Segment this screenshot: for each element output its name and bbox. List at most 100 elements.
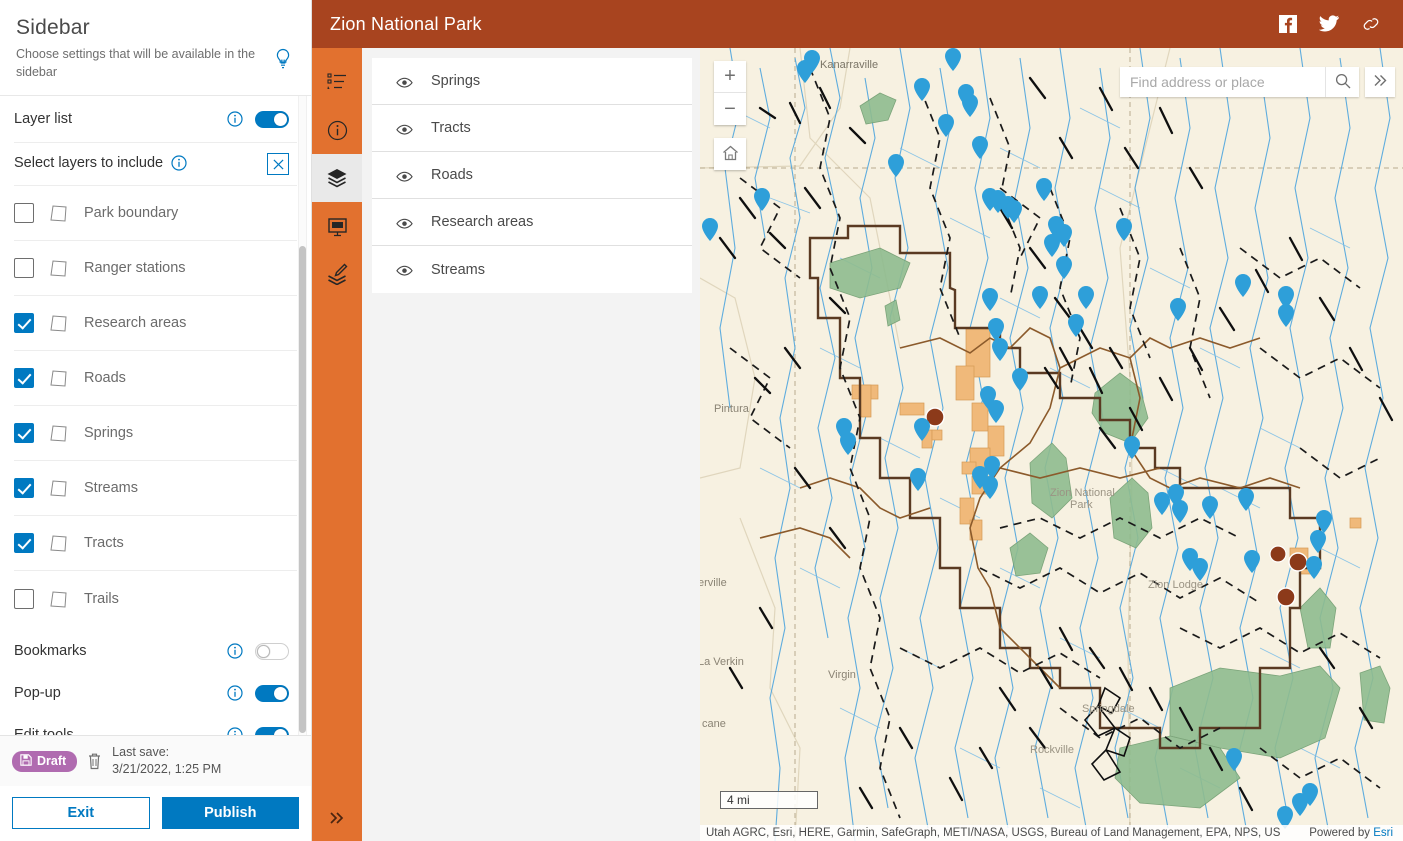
last-save-info: Last save: 3/21/2022, 1:25 PM — [112, 744, 221, 778]
checkbox-roads[interactable] — [14, 368, 34, 389]
layer-include-list: Park boundary Ranger stations Research a… — [14, 185, 297, 626]
list-item-label: Springs — [84, 425, 134, 442]
eye-icon[interactable] — [396, 264, 413, 276]
polygon-icon — [48, 203, 70, 223]
list-item[interactable]: Research areas — [14, 296, 297, 352]
esri-link[interactable]: Esri — [1373, 827, 1393, 839]
status-badge: Draft — [12, 750, 78, 772]
list-item[interactable]: Ranger stations — [14, 241, 297, 297]
list-item[interactable]: Springs — [14, 406, 297, 462]
toggle-knob — [274, 686, 287, 700]
checkbox-springs[interactable] — [14, 423, 34, 444]
info-icon[interactable] — [227, 643, 243, 659]
lightbulb-icon[interactable] — [273, 48, 293, 70]
polygon-icon — [48, 313, 70, 333]
list-item[interactable]: Roads — [14, 351, 297, 407]
polygon-icon — [48, 368, 70, 388]
eye-icon[interactable] — [396, 75, 413, 88]
powered-by-label: Powered by — [1309, 827, 1374, 839]
publish-button[interactable]: Publish — [161, 797, 299, 829]
list-item-label: Roads — [84, 370, 126, 387]
rail-item-edit[interactable] — [312, 250, 362, 298]
checkbox-park-boundary[interactable] — [14, 203, 34, 224]
sidebar-header: Sidebar Choose settings that will be ava… — [0, 0, 311, 97]
polygon-icon — [48, 258, 70, 278]
search-expand-button[interactable] — [1365, 67, 1395, 97]
toggle-popup[interactable] — [255, 684, 289, 702]
table-row-label: Research areas — [431, 214, 534, 230]
home-button[interactable] — [714, 138, 746, 170]
save-status-bar: Draft Last save: 3/21/2022, 1:25 PM — [0, 735, 311, 786]
checkbox-streams[interactable] — [14, 478, 34, 499]
exit-button[interactable]: Exit — [12, 797, 150, 829]
setting-label: Edit tools — [14, 727, 74, 736]
draft-label: Draft — [37, 754, 67, 769]
list-item[interactable]: Streams — [14, 461, 297, 517]
setting-row-layer-list[interactable]: Layer list — [0, 96, 311, 142]
zoom-out-button[interactable]: − — [714, 93, 746, 125]
toggle-bookmarks[interactable] — [255, 642, 289, 660]
list-item-label: Research areas — [84, 315, 187, 332]
table-row[interactable]: Springs — [372, 58, 692, 105]
list-item[interactable]: Park boundary — [14, 186, 297, 242]
page-title: Sidebar — [16, 16, 90, 39]
settings-sidebar: Sidebar Choose settings that will be ava… — [0, 0, 312, 841]
map-viewport[interactable]: Kanarraville Pintura erville La Verkin V… — [700, 48, 1403, 841]
rail-item-about[interactable] — [312, 106, 362, 154]
list-item[interactable]: Tracts — [14, 516, 297, 572]
rail-item-layer-list[interactable] — [312, 154, 362, 202]
polygon-icon — [48, 478, 70, 498]
attribution-text: Utah AGRC, Esri, HERE, Garmin, SafeGraph… — [706, 827, 1281, 839]
eye-icon[interactable] — [396, 122, 413, 135]
info-icon[interactable] — [171, 155, 187, 171]
setting-label: Layer list — [14, 111, 73, 128]
setting-row-edit-tools[interactable]: Edit tools — [0, 714, 311, 736]
rail-collapse-button[interactable] — [312, 797, 362, 841]
setting-row-popup[interactable]: Pop-up — [0, 672, 311, 714]
setting-controls — [227, 642, 289, 660]
map-label: Virgin — [828, 669, 856, 681]
facebook-icon[interactable] — [1279, 15, 1297, 33]
checkbox-trails[interactable] — [14, 588, 34, 609]
search-button[interactable] — [1325, 67, 1359, 97]
rail-item-bookmarks[interactable] — [312, 202, 362, 250]
map-label: Springdale — [1082, 703, 1135, 715]
map-label: cane — [702, 718, 726, 730]
checkbox-ranger-stations[interactable] — [14, 258, 34, 279]
toggle-edit-tools[interactable] — [255, 726, 289, 736]
close-icon[interactable] — [267, 153, 289, 176]
setting-label: Pop-up — [14, 685, 61, 702]
search-input[interactable] — [1120, 67, 1325, 97]
info-icon[interactable] — [227, 685, 243, 701]
map-label: Kanarraville — [820, 59, 878, 71]
table-row[interactable]: Roads — [372, 152, 692, 199]
info-icon[interactable] — [227, 727, 243, 736]
rail-item-legend[interactable] — [312, 58, 362, 106]
table-row[interactable]: Tracts — [372, 105, 692, 152]
scrollbar-thumb[interactable] — [299, 246, 306, 734]
setting-controls — [227, 726, 289, 736]
twitter-icon[interactable] — [1319, 15, 1339, 33]
toggle-layer-list[interactable] — [255, 110, 289, 128]
list-item[interactable]: Trails — [14, 571, 297, 626]
table-row-label: Tracts — [431, 120, 471, 136]
sidebar-settings-list: Layer list Select layers to include Park… — [0, 96, 311, 736]
eye-icon[interactable] — [396, 216, 413, 229]
list-item-label: Tracts — [84, 535, 124, 552]
table-row-label: Springs — [431, 73, 481, 89]
eye-icon[interactable] — [396, 169, 413, 182]
setting-row-bookmarks[interactable]: Bookmarks — [0, 630, 311, 672]
map-label: Zion Lodge — [1148, 579, 1203, 591]
info-icon[interactable] — [227, 111, 243, 127]
trash-icon[interactable] — [87, 752, 102, 770]
link-share-icon[interactable] — [1361, 15, 1381, 33]
checkbox-research-areas[interactable] — [14, 313, 34, 334]
table-row[interactable]: Research areas — [372, 199, 692, 246]
checkbox-tracts[interactable] — [14, 533, 34, 554]
toggle-knob — [257, 644, 270, 658]
header-social-icons — [1279, 15, 1389, 33]
table-row[interactable]: Streams — [372, 246, 692, 293]
zoom-in-button[interactable]: + — [714, 61, 746, 93]
app-title: Zion National Park — [330, 13, 482, 34]
map-label: La Verkin — [700, 656, 744, 668]
